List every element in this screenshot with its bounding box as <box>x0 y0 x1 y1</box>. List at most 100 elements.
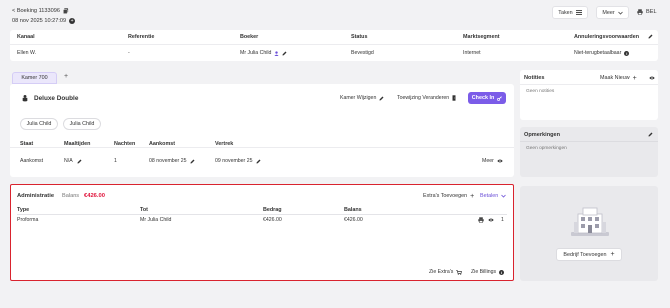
header-state: Staat <box>20 141 34 147</box>
new-note-button[interactable]: Maak Nieuw + <box>600 74 637 82</box>
edit-departure-icon[interactable] <box>256 159 261 164</box>
invoice-recipient: Mr Julia Child <box>140 217 172 223</box>
print-icon <box>637 9 643 15</box>
remarks-title: Opmerkingen <box>524 132 561 138</box>
room-more-label: Meer <box>482 158 494 164</box>
language-selector[interactable]: BEL <box>637 9 657 15</box>
invoice-type: Proforma <box>17 217 39 223</box>
add-extras-button[interactable]: Extra's Toevoegen + <box>423 193 474 200</box>
user-icon[interactable] <box>274 50 280 56</box>
pay-label: Betalen <box>480 193 499 199</box>
nights-value: 1 <box>114 158 117 164</box>
copy-icon[interactable] <box>63 8 69 14</box>
change-assignment-button[interactable]: Toewijzing Veranderen <box>397 95 456 101</box>
header-amount: Bedrag <box>263 207 282 213</box>
eye-icon <box>497 159 503 163</box>
language-label: BEL <box>646 9 657 15</box>
add-company-button[interactable]: Bedrijf Toevoegen + <box>556 248 622 261</box>
add-company-label: Bedrijf Toevoegen <box>563 251 607 258</box>
edit-booker-icon[interactable] <box>282 51 287 56</box>
header-meals: Maaltijden <box>64 141 91 147</box>
booker-value[interactable]: Mr Julia Child <box>240 50 271 56</box>
notes-card: Notities Maak Nieuw + Geen notities <box>520 70 658 120</box>
see-billings-button[interactable]: Zie Billings i <box>471 269 505 275</box>
info-icon[interactable]: i <box>624 50 630 56</box>
room-tab[interactable]: Kamer 700 <box>12 72 57 84</box>
cancellation-value: Niet-terugbetaalbaar <box>574 50 622 56</box>
change-assignment-label: Toewijzing Veranderen <box>397 95 450 101</box>
back-label[interactable]: < Boeking 1133096 <box>12 8 60 14</box>
room-tab-label: Kamer 700 <box>21 75 48 81</box>
departure-value: 09 november 25 <box>215 158 253 164</box>
remarks-card: Opmerkingen Geen opmerkingen <box>520 127 658 177</box>
change-room-label: Kamer Wijzigen <box>340 95 377 101</box>
back-link[interactable]: < Boeking 1133096 <box>12 8 69 14</box>
chevron-down-icon <box>617 11 623 15</box>
building-icon <box>569 204 611 240</box>
see-billings-label: Zie Billings <box>471 269 497 275</box>
header-nights: Nachten <box>114 141 136 147</box>
arrival-cell: 08 november 25 <box>149 158 195 164</box>
guest-chip[interactable]: Julia Child <box>20 118 58 130</box>
invoice-amount: €426.00 <box>263 217 282 223</box>
edit-meals-icon[interactable] <box>77 159 82 164</box>
state-value: Aankomst <box>20 158 44 164</box>
print-icon[interactable] <box>478 217 484 223</box>
change-room-button[interactable]: Kamer Wijzigen <box>340 95 384 101</box>
eye-icon[interactable] <box>488 218 494 222</box>
check-in-label: Check In <box>471 95 495 101</box>
chevron-down-icon <box>501 194 507 198</box>
header-channel: Kanaal <box>17 34 35 40</box>
header-balance: Balans <box>344 207 362 213</box>
eye-icon[interactable] <box>649 76 655 80</box>
booker-cell: Mr Julia Child <box>240 50 287 56</box>
booking-datetime: 08 nov 2025 10:27:09 + <box>12 18 76 24</box>
add-icon[interactable]: + <box>69 18 76 24</box>
header-arrival: Aankomst <box>149 141 176 147</box>
more-button[interactable]: Meer <box>596 6 629 19</box>
reference-value: - <box>128 50 130 56</box>
bed-icon <box>22 95 28 102</box>
tasks-button[interactable]: Taken <box>552 6 588 19</box>
admin-title: Administratie <box>17 193 55 199</box>
edit-icon[interactable] <box>648 132 653 137</box>
header-departure: Vertrek <box>215 141 234 147</box>
balance-label: Balans <box>62 193 80 199</box>
remarks-empty: Geen opmerkingen <box>526 146 567 151</box>
see-extras-button[interactable]: Zie Extra's <box>429 269 463 275</box>
meals-cell: N/A <box>64 158 82 164</box>
tasks-label: Taken <box>558 9 573 16</box>
datetime-text: 08 nov 2025 10:27:09 <box>12 18 67 24</box>
company-card: Bedrijf Toevoegen + <box>520 186 658 281</box>
header-status: Status <box>351 34 368 40</box>
edit-icon[interactable] <box>648 34 653 39</box>
room-name: Deluxe Double <box>34 95 79 102</box>
market-segment-value: Internet <box>463 50 481 56</box>
cancellation-cell: Niet-terugbetaalbaar i <box>574 50 630 56</box>
room-card: Deluxe Double Kamer Wijzigen Toewijzing … <box>10 84 514 177</box>
info-icon: i <box>499 269 505 275</box>
header-to: Tot <box>140 207 148 213</box>
check-in-button[interactable]: Check In <box>468 92 506 104</box>
guest-chip[interactable]: Julia Child <box>63 118 101 130</box>
departure-cell: 09 november 25 <box>215 158 261 164</box>
notes-title: Notities <box>524 75 545 81</box>
more-label: Meer <box>602 9 615 16</box>
notes-empty: Geen notities <box>526 89 555 94</box>
edit-icon <box>379 96 384 101</box>
door-icon <box>452 95 456 101</box>
new-note-label: Maak Nieuw <box>600 75 630 81</box>
invoice-balance: €426.00 <box>344 217 363 223</box>
add-room-tab-button[interactable]: + <box>64 73 68 80</box>
header-cancellation: Annuleringsvoorwaarden <box>574 34 639 40</box>
header-type: Type <box>17 207 30 213</box>
channel-value: Ellen W. <box>17 50 37 56</box>
room-more-button[interactable]: Meer <box>482 158 503 164</box>
header-booker: Boeker <box>240 34 259 40</box>
plus-icon: + <box>610 251 615 258</box>
edit-arrival-icon[interactable] <box>190 159 195 164</box>
pay-button[interactable]: Betalen <box>480 193 507 199</box>
plus-icon: + <box>632 74 637 82</box>
administration-card: Administratie Balans €426.00 Extra's Toe… <box>10 184 514 281</box>
invoice-row-count: 1 <box>501 217 504 223</box>
